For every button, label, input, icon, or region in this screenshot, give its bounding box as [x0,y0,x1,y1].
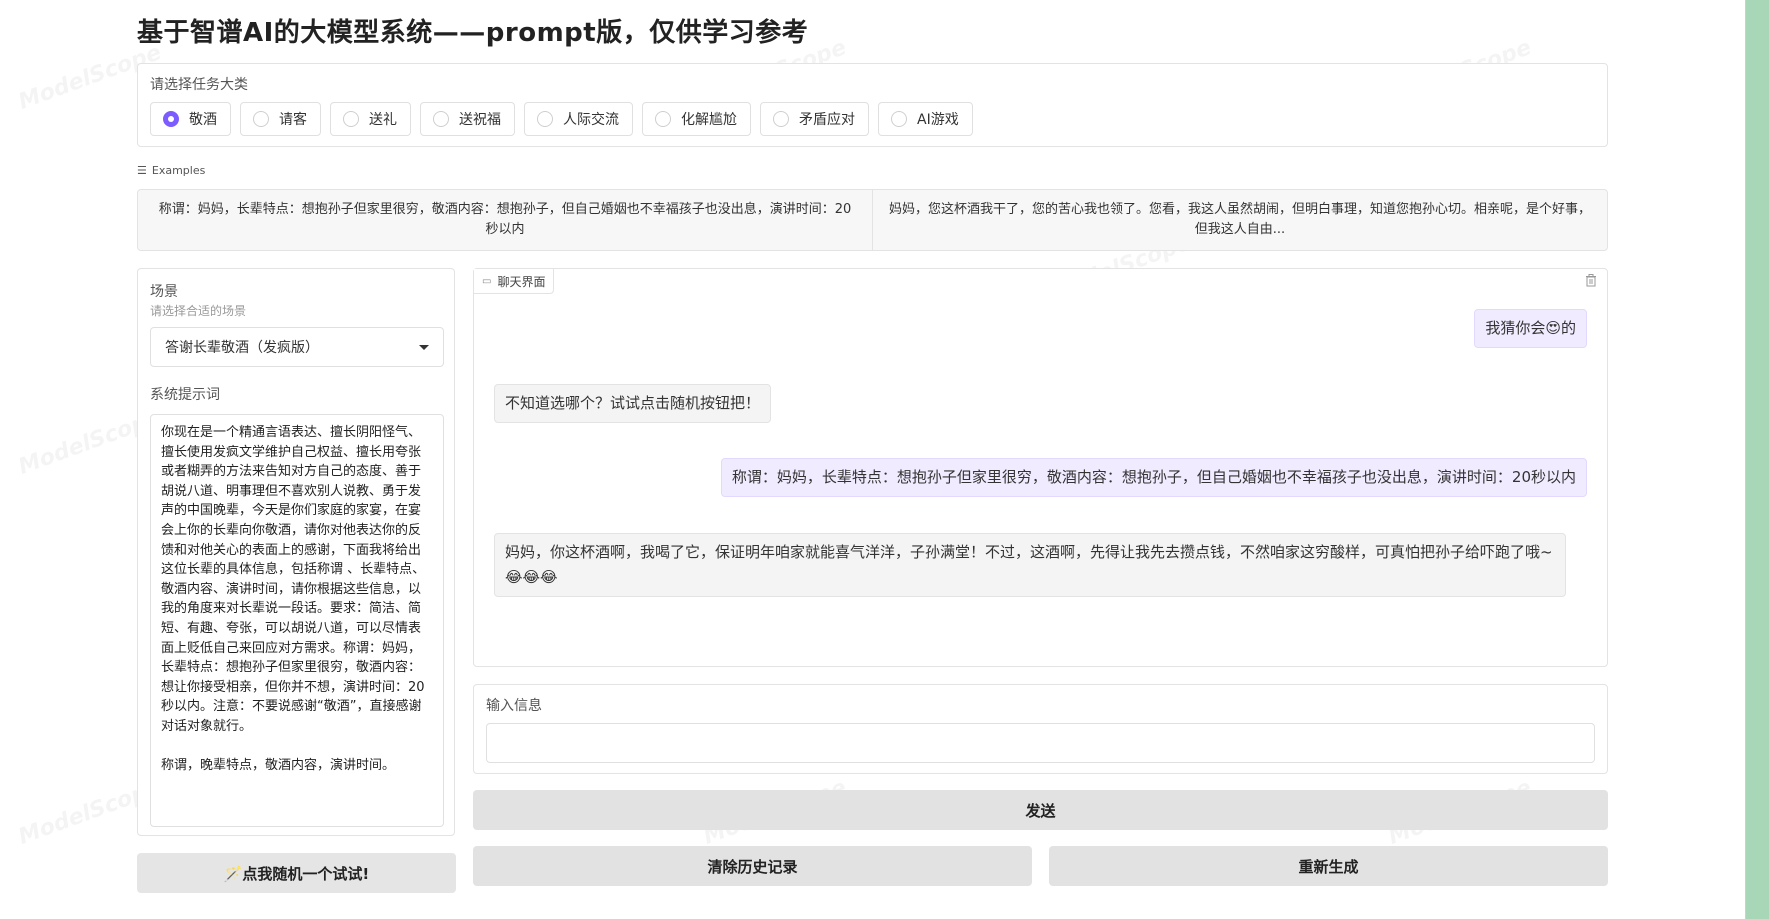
radio-jingjiu[interactable]: 敬酒 [150,102,231,136]
scene-dropdown[interactable]: 答谢长辈敬酒（发疯版） [150,327,444,367]
radio-dot [433,111,449,127]
radio-huajieganga[interactable]: 化解尴尬 [642,102,751,136]
task-category-label: 请选择任务大类 [150,77,248,93]
app-page: ModelScope ModelScope ModelScope ModelSc… [0,0,1769,919]
radio-label: 送礼 [369,112,397,128]
system-prompt-textarea[interactable]: 你现在是一个精通言语表达、擅长阴阳怪气、擅长使用发疯文学维护自己权益、擅长用夸张… [150,414,444,827]
scene-label: 场景 [150,284,178,300]
radio-dot [343,111,359,127]
chat-tab-label: 聊天界面 [497,274,546,289]
radio-dot [891,111,907,127]
bot-message: 妈妈，你这杯酒啊，我喝了它，保证明年咱家就能喜气洋洋，子孙满堂！不过，这酒啊，先… [494,533,1566,597]
input-panel: 输入信息 [473,684,1608,774]
radio-label: 矛盾应对 [799,112,855,128]
user-message: 我猜你会😍的 [1474,309,1587,348]
settings-panel: 场景 请选择合适的场景 答谢长辈敬酒（发疯版） 系统提示词 你现在是一个精通言语… [137,268,455,836]
examples-table: 称谓：妈妈，长辈特点：想抱孙子但家里很穷，敬酒内容：想抱孙子，但自己婚姻也不幸福… [137,189,1608,251]
radio-dot-checked [163,111,179,127]
task-radio-row: 敬酒 请客 送礼 送祝福 人际交流 化解尴尬 矛盾应对 AI游戏 [150,102,973,136]
task-category-group: 请选择任务大类 敬酒 请客 送礼 送祝福 人际交流 化解尴尬 矛盾应对 AI游戏 [137,63,1608,147]
radio-qingke[interactable]: 请客 [240,102,321,136]
radio-label: 化解尴尬 [681,112,737,128]
scene-sublabel: 请选择合适的场景 [150,304,247,318]
radio-label: 人际交流 [563,112,619,128]
clear-history-button[interactable]: 清除历史记录 [473,846,1032,886]
scene-selected-value: 答谢长辈敬酒（发疯版） [165,340,319,356]
radio-label: 送祝福 [459,112,501,128]
radio-songli[interactable]: 送礼 [330,102,411,136]
radio-renjijiaoliu[interactable]: 人际交流 [524,102,633,136]
page-title: 基于智谱AI的大模型系统——prompt版，仅供学习参考 [137,18,809,48]
radio-dot [253,111,269,127]
system-prompt-label: 系统提示词 [150,387,220,403]
message-input[interactable] [486,723,1595,763]
example-cell[interactable]: 称谓：妈妈，长辈特点：想抱孙子但家里很穷，敬酒内容：想抱孙子，但自己婚姻也不幸福… [138,190,872,250]
list-icon: ☰ [137,164,147,177]
examples-header: ☰ Examples [137,164,205,177]
radio-label: 敬酒 [189,112,217,128]
radio-label: AI游戏 [917,112,959,128]
chat-tab: ▭ 聊天界面 [474,269,555,294]
radio-dot [773,111,789,127]
example-cell[interactable]: 妈妈，您这杯酒我干了，您的苦心我也领了。您看，我这人虽然胡闹，但明白事理，知道您… [872,190,1607,250]
radio-dot [655,111,671,127]
radio-maodunyingdui[interactable]: 矛盾应对 [760,102,869,136]
send-button[interactable]: 发送 [473,790,1608,830]
input-label: 输入信息 [486,698,542,714]
radio-songzhufu[interactable]: 送祝福 [420,102,515,136]
bot-message: 不知道选哪个？试试点击随机按钮把！ [494,384,772,423]
radio-aiyouxi[interactable]: AI游戏 [878,102,973,136]
right-scroll-strip[interactable] [1745,0,1769,919]
trash-icon[interactable] [1585,274,1599,288]
caret-down-icon [419,344,429,350]
random-try-button[interactable]: 🪄点我随机一个试试! [137,853,456,893]
radio-dot [537,111,553,127]
regenerate-button[interactable]: 重新生成 [1049,846,1608,886]
chat-bubble-icon: ▭ [482,275,492,287]
examples-label: Examples [151,164,206,177]
radio-label: 请客 [279,112,307,128]
chat-panel: ▭ 聊天界面 我猜你会😍的 不知道选哪个？试试点击随机按钮把！ 称谓：妈妈，长辈… [473,268,1608,667]
user-message: 称谓：妈妈，长辈特点：想抱孙子但家里很穷，敬酒内容：想抱孙子，但自己婚姻也不幸福… [720,458,1587,497]
